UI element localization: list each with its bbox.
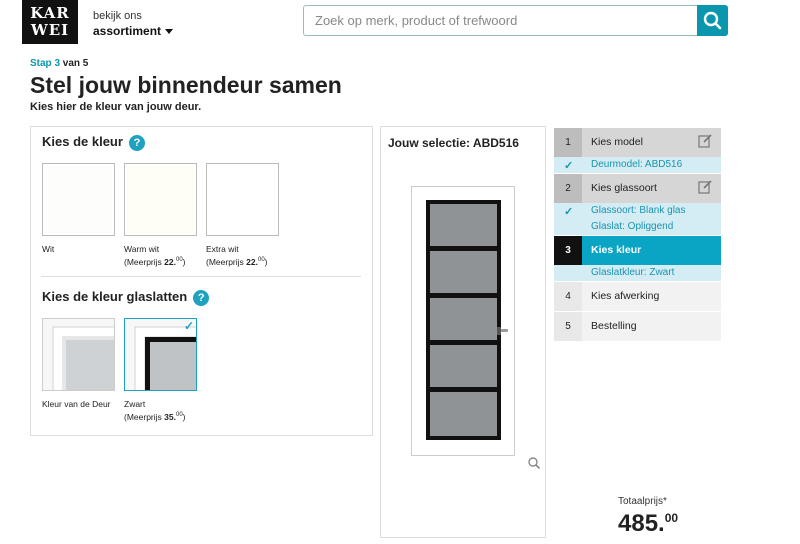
zoom-icon[interactable] [527, 456, 541, 470]
step-label: Bestelling [591, 320, 637, 332]
summary-line: Glassoort: Blank glas [591, 205, 686, 216]
check-icon: ✓ [183, 319, 194, 333]
door-illustration [412, 187, 514, 455]
door-corner-white-image [43, 319, 114, 390]
help-icon[interactable]: ? [128, 134, 145, 151]
glaslat-option-black[interactable]: ✓ [124, 318, 197, 391]
assortment-label: assortiment [93, 24, 174, 38]
color-option-label: Wit [42, 244, 55, 254]
options-panel: Kies de kleur? Wit Warm wit (Meerprijs 2… [30, 126, 373, 436]
color-swatch-fill [127, 166, 194, 233]
search-button[interactable] [697, 5, 728, 36]
check-icon: ✓ [564, 206, 574, 218]
step-kies-afwerking[interactable]: 4 Kies afwerking [554, 282, 721, 311]
help-icon[interactable]: ? [193, 289, 210, 306]
step-summary: ✓ Glassoort: Blank glas Glaslat: Opligge… [554, 203, 721, 236]
assortment-small-label: bekijk ons [93, 10, 142, 22]
color-swatch-fill [45, 166, 112, 233]
step-label: Kies glassoort [591, 182, 657, 194]
color-swatch-fill [209, 166, 276, 233]
step-label: Kies afwerking [591, 290, 660, 302]
step-label: Kies model [591, 136, 643, 148]
search-box [303, 5, 728, 36]
search-input[interactable] [304, 6, 697, 35]
selection-title: Jouw selectie: ABD516 [388, 136, 519, 150]
step-number: 4 [554, 282, 582, 311]
summary-line: Glaslatkleur: Zwart [591, 267, 675, 278]
glaslat-option-door-color[interactable] [42, 318, 115, 391]
step-summary: ✓ Deurmodel: ABD516 [554, 157, 721, 174]
page-subtitle: Kies hier de kleur van jouw deur. [30, 101, 202, 113]
glaslat-option-label: Kleur van de Deur [42, 399, 111, 409]
step-number: 5 [554, 312, 582, 341]
assortment-menu[interactable]: bekijk ons assortiment [93, 10, 174, 38]
logo-top: KAR [30, 4, 70, 22]
color-option-label: Warm wit (Meerprijs 22.00) [124, 244, 186, 267]
check-icon: ✓ [564, 160, 574, 172]
step-label: Kies kleur [591, 244, 642, 256]
color-option-label: Extra wit (Meerprijs 22.00) [206, 244, 268, 267]
step-indicator: Stap 3 van 5 [30, 58, 89, 69]
summary-line: Deurmodel: ABD516 [591, 159, 683, 170]
selection-preview-panel: Jouw selectie: ABD516 [380, 126, 546, 538]
color-option-warm-wit[interactable] [124, 163, 197, 236]
door-preview-image[interactable] [411, 186, 515, 456]
karwei-logo[interactable]: KAR WEI [22, 0, 78, 44]
step-bestelling[interactable]: 5 Bestelling [554, 312, 721, 341]
configurator-steps: 1 Kies model ✓ Deurmodel: ABD516 2 Kies … [554, 128, 721, 341]
glas-section-title: Kies de kleur glaslatten? [42, 289, 210, 306]
logo-bottom: WEI [30, 21, 70, 39]
search-icon [703, 11, 722, 30]
header: KAR WEI bekijk ons assortiment [0, 0, 800, 46]
color-option-extra-wit[interactable] [206, 163, 279, 236]
total-price: 485.00 [618, 510, 679, 537]
section-divider [41, 276, 361, 277]
color-section-title: Kies de kleur? [42, 134, 145, 151]
edit-icon[interactable] [698, 180, 712, 194]
total-price-label: Totaalprijs* [618, 496, 667, 507]
step-number: 1 [554, 128, 582, 157]
step-number: 2 [554, 174, 582, 203]
step-kies-kleur[interactable]: 3 Kies kleur [554, 236, 721, 265]
page-title: Stel jouw binnendeur samen [30, 72, 342, 98]
summary-line: Glaslat: Opliggend [591, 221, 674, 232]
step-kies-glassoort[interactable]: 2 Kies glassoort [554, 174, 721, 203]
chevron-down-icon [165, 29, 174, 35]
edit-icon[interactable] [698, 134, 712, 148]
step-number: 3 [554, 236, 582, 265]
color-option-wit[interactable] [42, 163, 115, 236]
step-kies-model[interactable]: 1 Kies model [554, 128, 721, 157]
glaslat-option-label: Zwart (Meerprijs 35.00) [124, 399, 186, 422]
step-summary: Glaslatkleur: Zwart [554, 265, 721, 282]
